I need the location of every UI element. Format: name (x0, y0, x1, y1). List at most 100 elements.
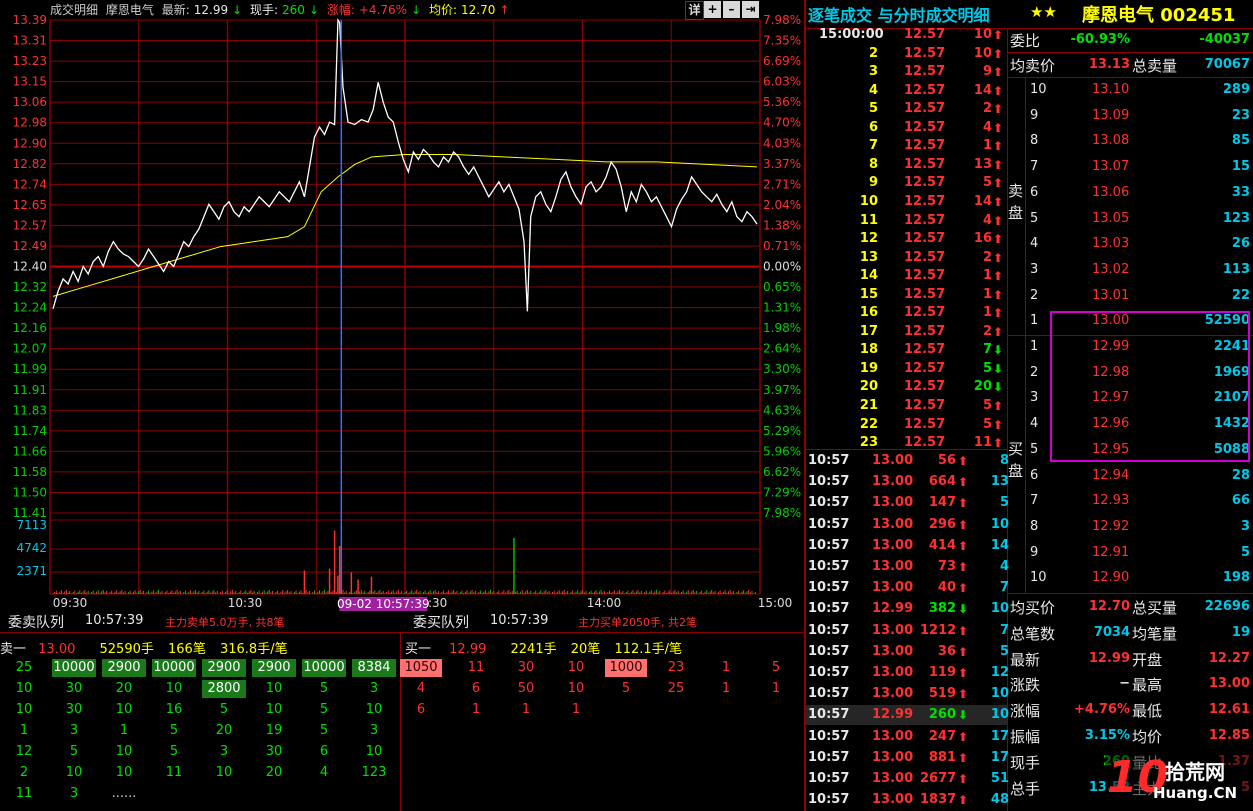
trade-n: 14 (990, 537, 1009, 553)
cursor-time-label: 09-02 10:57:39 (337, 597, 430, 611)
bid-price[interactable]: 12.93 (1092, 492, 1129, 510)
tick-price: 12.57 (904, 305, 946, 321)
arrow-up-icon: ⬆ (958, 496, 969, 511)
pct-tick-label: 1.38% (763, 218, 801, 232)
ask-price[interactable]: 13.05 (1092, 210, 1129, 228)
buy-queue-cell: 30 (517, 660, 535, 675)
trade-vol: 247 (928, 728, 956, 744)
stat-low-value: 12.61 (1208, 702, 1250, 718)
detail-button[interactable]: 详 (685, 1, 704, 20)
intraday-chart[interactable]: 13.39 7.98% 13.31 7.35% 13.23 6.69% 13.15 6.03%… (0, 0, 806, 612)
sell-queue-cell: 10 (265, 681, 283, 696)
price-tick-label: 11.58 (13, 465, 47, 479)
tick-index: 11 (859, 212, 878, 228)
tick-volume: 2 (982, 249, 992, 265)
pct-tick-label: 3.37% (763, 157, 801, 171)
pct-tick-label: 5.29% (763, 424, 801, 438)
ask-volume: 22 (1231, 287, 1250, 303)
sell-queue-cell: 10 (15, 681, 33, 696)
sell-queue-cell: 30 (65, 681, 83, 696)
sell-head-label: 卖一 (0, 642, 27, 657)
tick-price: 12.57 (904, 119, 946, 135)
trade-vol: 1837 (920, 792, 957, 808)
sell-queue-cell: 11 (15, 786, 33, 801)
stat-avg-count-value: 19 (1231, 624, 1250, 640)
arrow-up-icon: ⬆ (993, 176, 1004, 191)
tick-volume: 14 (973, 193, 992, 209)
trade-vol: 2677 (920, 771, 957, 786)
sell-queue-cell: 20 (115, 681, 133, 696)
ask-price[interactable]: 13.03 (1092, 235, 1129, 253)
bid-price[interactable]: 12.94 (1092, 467, 1129, 485)
star-icon[interactable]: ★★ (1030, 3, 1057, 21)
avg-sell-value: 13.13 (1088, 57, 1130, 72)
sell-queue-cell: ...... (111, 786, 137, 801)
trade-price: 13.00 (872, 495, 914, 511)
ask-price[interactable]: 13.06 (1092, 184, 1129, 202)
sell-queue-time: 10:57:39 (85, 613, 144, 628)
stat-change-value: − (1119, 676, 1130, 692)
tick-price: 12.57 (904, 82, 946, 98)
arrow-up-icon: ⬆ (958, 517, 969, 532)
stat-avg-buy-value: 12.70 (1088, 599, 1130, 614)
panel-title: 成交明细 (50, 3, 99, 17)
trade-price: 13.00 (872, 580, 914, 596)
tick-volume: 14 (973, 82, 992, 98)
buy-queue-cell: 1000 (605, 659, 647, 677)
sell-queue-cell: 3 (69, 786, 79, 801)
price-tick-label: 11.66 (13, 444, 47, 458)
tick-price: 12.57 (904, 323, 946, 339)
tick-price: 12.57 (904, 101, 946, 117)
arrow-up-icon: ⬆ (993, 102, 1004, 117)
buy-side-label: 买盘 (1008, 440, 1024, 480)
buy-head-avg: 112.1手/笔 (614, 642, 683, 657)
sell-side-label: 卖盘 (1008, 182, 1024, 222)
bid-price[interactable]: 12.92 (1092, 518, 1129, 536)
ask-price[interactable]: 13.09 (1092, 107, 1129, 125)
arrow-up-icon: ⬆ (958, 623, 969, 638)
ask-price[interactable]: 13.01 (1092, 287, 1129, 305)
tick-volume: 9 (982, 64, 992, 80)
arrow-up-icon: ⬆ (958, 666, 969, 680)
stat-high-value: 13.00 (1208, 676, 1250, 692)
sell-queue-cell: 6 (319, 744, 329, 759)
pct-tick-label: 0.00% (763, 260, 801, 274)
sell-queue-cell: 10000 (302, 659, 346, 677)
pct-tick-label: 6.62% (763, 465, 801, 479)
pct-tick-label: 4.70% (763, 116, 801, 130)
trade-price: 12.99 (872, 601, 914, 617)
ask-price[interactable]: 13.02 (1092, 261, 1129, 279)
tick-price: 12.57 (904, 435, 946, 451)
arrow-up-icon: ⬆ (993, 46, 1004, 61)
bid-volume: 66 (1231, 493, 1250, 509)
zoom-in-button[interactable]: + (704, 1, 721, 18)
tick-volume: 1 (982, 286, 992, 302)
bid-price[interactable]: 12.90 (1092, 569, 1129, 587)
trade-time: 10:57 (808, 474, 850, 490)
buy-queue-cell: 1 (521, 702, 531, 717)
trade-time: 10:57 (808, 622, 850, 638)
ask-level: 10 (1030, 82, 1047, 97)
tick-price: 12.57 (904, 286, 946, 302)
ask-volume: 85 (1231, 133, 1250, 149)
ask-price[interactable]: 13.07 (1092, 158, 1129, 176)
trade-vol: 881 (928, 749, 956, 765)
jump-end-button[interactable]: ⇥ (742, 1, 759, 18)
stat-now-label: 现手 (1010, 753, 1041, 772)
tick-volume: 10 (973, 27, 992, 42)
ask-price[interactable]: 13.10 (1092, 81, 1129, 99)
buy-head: 买一 12.99 2241手 20笔 112.1手/笔 (405, 638, 682, 657)
zoom-out-button[interactable]: – (723, 1, 740, 18)
ask-price[interactable]: 13.08 (1092, 132, 1129, 150)
buy-queue-cell: 1 (571, 702, 581, 717)
price-tick-label: 13.15 (13, 75, 47, 89)
sell-queue-cell: 123 (361, 765, 387, 780)
ask-level: 9 (1030, 107, 1039, 123)
bid-price[interactable]: 12.91 (1092, 544, 1129, 562)
trade-n: 12 (990, 665, 1009, 680)
trade-time: 10:57 (808, 516, 850, 532)
highlight-box (1050, 311, 1250, 462)
tick-volume: 10 (973, 45, 992, 61)
sell-queue-cell: 1 (119, 723, 129, 738)
arrow-down-icon: ⬇ (993, 380, 1004, 395)
